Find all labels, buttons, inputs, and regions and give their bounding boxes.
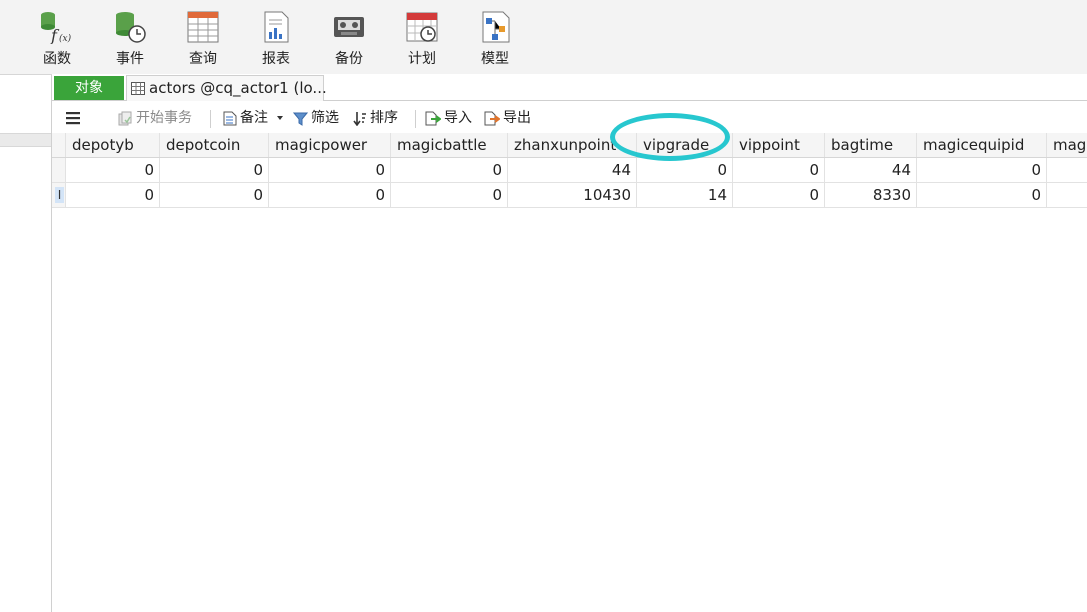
navigator-selected-row[interactable] — [0, 133, 51, 147]
model-button[interactable]: 模型 — [467, 10, 523, 68]
column-header-magicbattle[interactable]: magicbattle — [390, 133, 507, 157]
filter-label: 筛选 — [311, 110, 339, 126]
data-toolbar: 开始事务 备注 筛选 排序 导入 导出 — [52, 101, 1087, 133]
table-cell[interactable] — [1046, 183, 1087, 207]
query-label: 查询 — [189, 51, 217, 67]
table-cell[interactable]: 0 — [65, 158, 159, 182]
event-label: 事件 — [116, 51, 144, 67]
table-cell[interactable]: 0 — [916, 158, 1046, 182]
memo-label: 备注 — [240, 110, 268, 126]
import-button[interactable]: 导入 — [425, 107, 472, 129]
text-cursor-icon: I — [55, 187, 64, 203]
highlight-circle — [610, 113, 730, 161]
query-button[interactable]: 查询 — [175, 10, 231, 68]
table-cell[interactable]: 0 — [732, 183, 824, 207]
transaction-icon — [118, 111, 132, 125]
schedule-label: 计划 — [408, 51, 436, 67]
report-icon — [264, 11, 289, 43]
column-header-bagtime[interactable]: bagtime — [824, 133, 916, 157]
event-button[interactable]: 事件 — [102, 10, 158, 68]
column-header-depotcoin[interactable]: depotcoin — [159, 133, 268, 157]
row-indicator[interactable]: I — [52, 183, 65, 207]
column-header-magi[interactable]: magi — [1046, 133, 1087, 157]
export-label: 导出 — [503, 110, 531, 126]
table-cell[interactable]: 0 — [159, 158, 268, 182]
table-cell[interactable]: 0 — [916, 183, 1046, 207]
column-header-depotyb[interactable]: depotyb — [65, 133, 159, 157]
object-navigator-panel[interactable] — [0, 75, 52, 612]
table-cell[interactable] — [1046, 158, 1087, 182]
column-header-magicequipid[interactable]: magicequipid — [916, 133, 1046, 157]
tab-objects[interactable]: 对象 — [54, 76, 124, 100]
filter-funnel-icon — [292, 112, 309, 126]
table-cell[interactable]: 8330 — [824, 183, 916, 207]
sort-button[interactable]: 排序 — [353, 107, 398, 129]
backup-label: 备份 — [335, 51, 363, 67]
table-cell[interactable]: 0 — [636, 158, 732, 182]
column-header-vippoint[interactable]: vippoint — [732, 133, 824, 157]
table-cell[interactable]: 0 — [390, 183, 507, 207]
table-row[interactable]: I 0 0 0 0 10430 14 0 8330 0 — [52, 183, 1087, 208]
table-cell[interactable]: 0 — [390, 158, 507, 182]
begin-transaction-button[interactable]: 开始事务 — [118, 107, 192, 129]
table-cell[interactable]: 0 — [732, 158, 824, 182]
memo-button[interactable]: 备注 — [223, 107, 287, 129]
sort-icon — [353, 111, 366, 126]
toolbar-separator — [210, 110, 211, 128]
export-button[interactable]: 导出 — [484, 107, 531, 129]
function-label: 函数 — [43, 51, 71, 67]
query-table-icon — [187, 11, 219, 43]
svg-text:(x): (x) — [59, 33, 72, 44]
table-cell[interactable]: 14 — [636, 183, 732, 207]
table-cell[interactable]: 44 — [507, 158, 636, 182]
table-cell[interactable]: 0 — [65, 183, 159, 207]
table-cell[interactable]: 0 — [159, 183, 268, 207]
column-header-magicpower[interactable]: magicpower — [268, 133, 390, 157]
row-indicator[interactable] — [52, 158, 65, 182]
backup-button[interactable]: 备份 — [321, 10, 377, 68]
begin-transaction-label: 开始事务 — [136, 110, 192, 126]
table-icon — [131, 82, 145, 95]
hamburger-menu-icon — [66, 112, 80, 125]
toolbar-separator — [415, 110, 416, 128]
table-cell[interactable]: 0 — [268, 158, 390, 182]
menu-button[interactable] — [66, 107, 83, 129]
backup-icon — [334, 17, 364, 37]
model-diagram-icon — [482, 11, 510, 43]
filter-button[interactable]: 筛选 — [292, 107, 339, 129]
model-label: 模型 — [481, 51, 509, 67]
export-icon — [484, 111, 501, 125]
table-cell[interactable]: 44 — [824, 158, 916, 182]
tab-actors-label: actors @cq_actor1 (lo... — [149, 79, 327, 97]
dropdown-arrow-icon[interactable] — [276, 115, 284, 121]
event-icon — [116, 12, 146, 43]
import-icon — [425, 111, 442, 125]
ribbon-toolbar: f (x) 函数 事件 查询 报表 备份 计划 模型 — [0, 0, 1087, 75]
schedule-button[interactable]: 计划 — [394, 10, 450, 68]
table-cell[interactable]: 10430 — [507, 183, 636, 207]
sort-label: 排序 — [370, 110, 398, 126]
tab-actors-table[interactable]: actors @cq_actor1 (lo... — [126, 75, 327, 101]
calendar-clock-icon — [406, 12, 438, 42]
table-row[interactable]: 0 0 0 0 44 0 0 44 0 — [52, 158, 1087, 183]
grid-header: depotyb depotcoin magicpower magicbattle… — [52, 133, 1087, 158]
memo-document-icon — [223, 111, 237, 125]
function-button[interactable]: f (x) 函数 — [29, 10, 85, 68]
report-button[interactable]: 报表 — [248, 10, 304, 68]
tab-bar: 对象 actors @cq_actor1 (lo... — [52, 74, 1087, 101]
report-label: 报表 — [262, 51, 290, 67]
table-cell[interactable]: 0 — [268, 183, 390, 207]
function-icon: f (x) — [41, 12, 72, 44]
import-label: 导入 — [444, 110, 472, 126]
